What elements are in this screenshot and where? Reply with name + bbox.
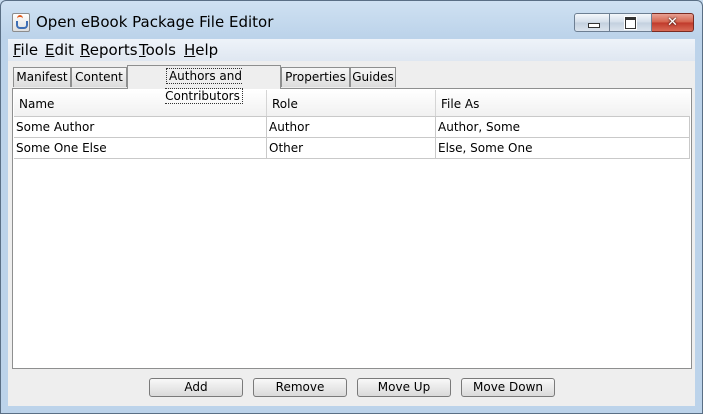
tab-guides[interactable]: Guides: [350, 67, 396, 87]
cell-role[interactable]: Other: [267, 138, 436, 158]
tab-label: Authors and Contributors: [165, 68, 243, 104]
maximize-button[interactable]: [610, 13, 652, 32]
move-down-button[interactable]: Move Down: [461, 378, 555, 397]
cell-file-as[interactable]: Author, Some: [436, 117, 690, 137]
window-content: File Edit Reports Tools Help Manifest Co…: [8, 39, 695, 406]
title-bar[interactable]: Open eBook Package File Editor ✕: [1, 1, 702, 39]
close-button[interactable]: ✕: [652, 13, 694, 32]
tab-properties[interactable]: Properties: [281, 67, 350, 87]
tab-manifest[interactable]: Manifest: [13, 67, 71, 87]
table-header: Name Role File As: [14, 90, 690, 117]
table-row[interactable]: Some Author Author Author, Some: [14, 117, 690, 138]
app-window: Open eBook Package File Editor ✕ File Ed…: [0, 0, 703, 414]
remove-button[interactable]: Remove: [253, 378, 347, 397]
minimize-button[interactable]: [574, 13, 610, 32]
maximize-icon: [625, 17, 636, 29]
menu-help[interactable]: Help: [184, 41, 218, 59]
menu-reports[interactable]: Reports: [80, 41, 138, 59]
cell-file-as[interactable]: Else, Some One: [436, 138, 690, 158]
menu-edit[interactable]: Edit: [45, 41, 74, 59]
menu-tools[interactable]: Tools: [139, 41, 176, 59]
menu-bar: File Edit Reports Tools Help: [8, 39, 695, 61]
cell-name[interactable]: Some Author: [14, 117, 267, 137]
column-header-role[interactable]: Role: [267, 90, 436, 116]
column-header-file-as[interactable]: File As: [436, 90, 690, 116]
table-row[interactable]: Some One Else Other Else, Some One: [14, 138, 690, 159]
move-up-button[interactable]: Move Up: [357, 378, 451, 397]
tab-content[interactable]: Content: [71, 67, 127, 87]
tab-authors-and-contributors[interactable]: Authors and Contributors: [127, 65, 281, 104]
close-icon: ✕: [667, 15, 678, 30]
add-button[interactable]: Add: [149, 378, 243, 397]
minimize-icon: [588, 23, 600, 28]
cell-name[interactable]: Some One Else: [14, 138, 267, 158]
window-title: Open eBook Package File Editor: [36, 13, 274, 31]
authors-table-panel: Name Role File As Some Author Author Aut…: [12, 88, 692, 369]
cell-role[interactable]: Author: [267, 117, 436, 137]
java-cup-icon[interactable]: [12, 13, 30, 32]
menu-file[interactable]: File: [13, 41, 38, 59]
